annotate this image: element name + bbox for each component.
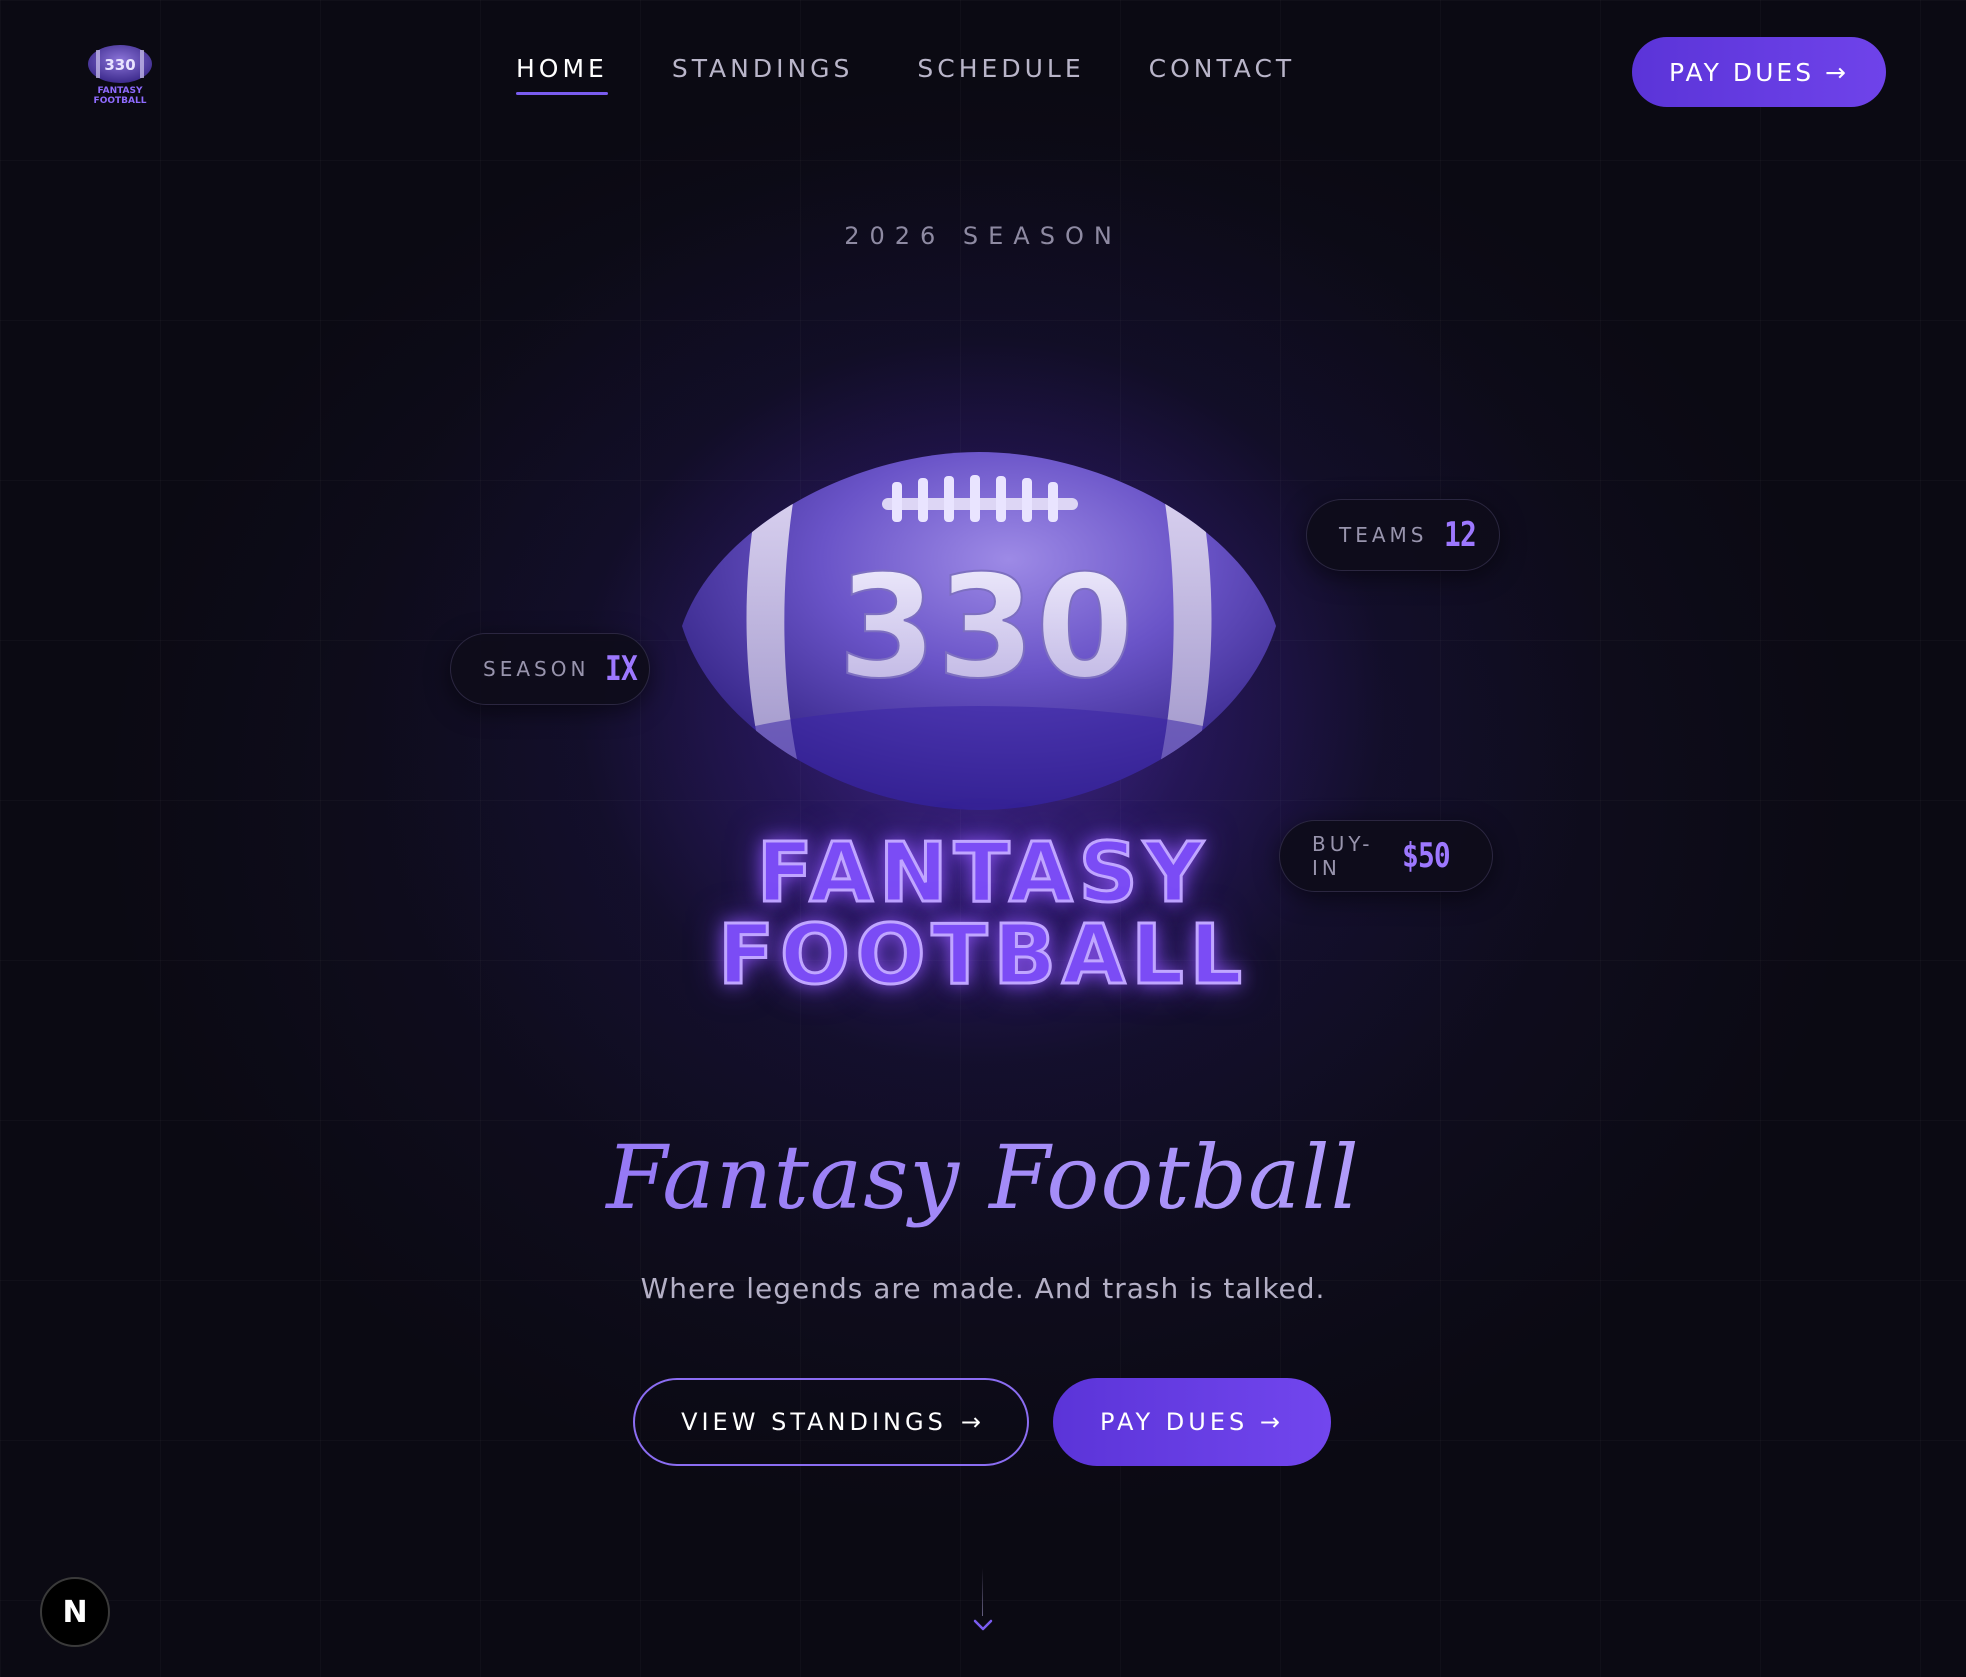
buyin-stat-label: BUY-IN [1312,832,1374,880]
teams-stat-pill: TEAMS 12 [1306,499,1500,571]
nav-schedule[interactable]: SCHEDULE [917,54,1084,95]
next-dev-badge[interactable]: N [40,1577,110,1647]
header-pay-dues-button[interactable]: PAY DUES → [1632,37,1886,107]
nav-home[interactable]: HOME [516,54,608,95]
buyin-stat-value: $50 [1401,836,1451,876]
hero-title: Fantasy Football [0,1126,1966,1229]
brand-wordmark-line1: FANTASY [755,825,1210,923]
nav-standings[interactable]: STANDINGS [672,54,854,95]
football-hero-image: 330 [676,446,1282,816]
nav-contact[interactable]: CONTACT [1149,54,1296,95]
season-stat-label: SEASON [483,657,590,681]
season-stat-value: IX [605,649,638,689]
season-stat-pill: SEASON IX [450,633,650,705]
svg-text:330: 330 [838,545,1134,710]
pay-dues-button[interactable]: PAY DUES → [1053,1378,1331,1466]
teams-stat-value: 12 [1443,515,1477,555]
chevron-down-icon[interactable] [972,1618,994,1632]
view-standings-button[interactable]: VIEW STANDINGS → [633,1378,1029,1466]
arrow-right-icon: → [960,1408,981,1436]
hero-actions: VIEW STANDINGS → PAY DUES → [633,1378,1331,1466]
season-eyebrow: 2026 SEASON [844,222,1122,250]
hero-tagline: Where legends are made. And trash is tal… [640,1272,1326,1305]
football-icon: 330 [682,452,1276,810]
scroll-indicator-line [982,1568,983,1616]
brand-wordmark-line2: FOOTBALL [717,907,1248,1005]
view-standings-label: VIEW STANDINGS [681,1408,947,1436]
buyin-stat-pill: BUY-IN $50 [1279,820,1493,892]
teams-stat-label: TEAMS [1339,523,1428,547]
